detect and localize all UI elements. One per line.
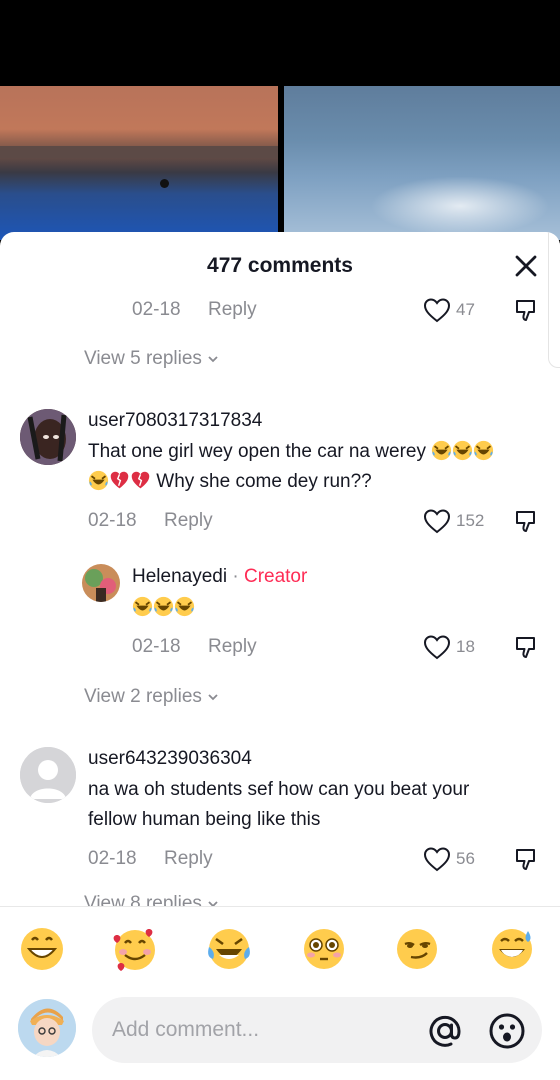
video-detail xyxy=(160,179,169,188)
comment-input[interactable] xyxy=(112,1011,412,1049)
comment-meta: 02-18 Reply xyxy=(132,295,257,325)
like-button[interactable]: 152 xyxy=(422,506,484,536)
chevron-down-icon xyxy=(208,356,218,363)
avatar-image xyxy=(82,564,120,602)
chevron-down-icon xyxy=(208,694,218,701)
chevron-down-icon xyxy=(208,901,218,906)
comment-text-line: Why she come dey run?? xyxy=(156,471,372,492)
like-button[interactable]: 47 xyxy=(422,295,475,325)
reply-button[interactable]: Reply xyxy=(164,848,213,870)
view-replies-button[interactable]: View 5 replies xyxy=(84,345,220,373)
comment-text: na wa oh students sef how can you beat y… xyxy=(88,775,528,835)
smirking-face-icon[interactable] xyxy=(393,925,441,973)
view-replies-button[interactable]: View 8 replies xyxy=(84,890,220,906)
reply-button[interactable]: Reply xyxy=(208,299,257,321)
view-replies-button[interactable]: View 2 replies xyxy=(84,683,220,711)
video-frame-left xyxy=(0,86,278,240)
comment-text-line: fellow human being like this xyxy=(88,809,321,830)
comment-composer xyxy=(0,906,560,1080)
creator-avatar[interactable] xyxy=(82,564,120,602)
reply-button[interactable]: Reply xyxy=(208,636,257,658)
heart-icon xyxy=(423,847,451,872)
close-icon[interactable] xyxy=(510,250,542,282)
comment-date: 02-18 xyxy=(88,510,137,531)
dislike-icon[interactable] xyxy=(512,845,540,873)
view-replies-label: View 5 replies xyxy=(84,348,202,369)
comment-date: 02-18 xyxy=(132,636,181,657)
emoji-picker-icon[interactable] xyxy=(488,1012,526,1050)
reply-text xyxy=(132,593,195,623)
heart-icon xyxy=(423,509,451,534)
comment-meta: 02-18 Reply xyxy=(88,844,213,874)
avatar[interactable] xyxy=(20,409,76,465)
current-user-avatar[interactable] xyxy=(18,999,76,1057)
flushed-face-icon[interactable] xyxy=(300,925,348,973)
comment-date: 02-18 xyxy=(132,299,181,320)
comment-text-line: na wa oh students sef how can you beat y… xyxy=(88,779,470,800)
dislike-icon[interactable] xyxy=(512,507,540,535)
like-button[interactable]: 56 xyxy=(422,844,475,874)
like-count: 56 xyxy=(456,849,475,868)
laughing-emoji-icon xyxy=(431,440,494,462)
separator-dot: · xyxy=(227,566,244,587)
dislike-icon[interactable] xyxy=(512,296,540,324)
view-replies-label: View 8 replies xyxy=(84,893,202,906)
dislike-icon[interactable] xyxy=(512,633,540,661)
quick-emoji-bar xyxy=(0,925,560,975)
comment-meta: 02-18 Reply xyxy=(88,506,213,536)
video-cloud xyxy=(370,176,550,236)
emoji-group-icon xyxy=(88,470,156,492)
comment-text: That one girl wey open the car na werey … xyxy=(88,437,528,497)
like-count: 47 xyxy=(456,300,475,319)
like-button[interactable]: 18 xyxy=(422,632,475,662)
video-rail xyxy=(0,146,278,158)
grinning-face-icon[interactable] xyxy=(18,925,66,973)
tears-of-joy-icon[interactable] xyxy=(205,925,253,973)
comments-count-title: 477 comments xyxy=(207,254,353,277)
smiling-face-with-hearts-icon[interactable] xyxy=(111,925,159,973)
comment-text-line: That one girl wey open the car na werey xyxy=(88,441,426,462)
person-icon xyxy=(20,747,76,803)
sheet-header: 477 comments xyxy=(0,232,560,298)
video-frame-right xyxy=(284,86,560,240)
creator-badge: Creator xyxy=(243,566,308,587)
creator-username[interactable]: Helenayedi xyxy=(132,566,227,587)
like-count: 18 xyxy=(456,637,475,656)
reply-meta: 02-18 Reply xyxy=(132,632,257,662)
avatar-image xyxy=(18,999,76,1057)
like-count: 152 xyxy=(456,511,485,530)
laughing-emoji-icon xyxy=(132,596,195,618)
avatar-image xyxy=(20,409,76,465)
grinning-sweat-icon[interactable] xyxy=(488,925,536,973)
heart-icon xyxy=(423,635,451,660)
comment-username[interactable]: user643239036304 xyxy=(88,748,252,770)
heart-icon xyxy=(423,298,451,323)
default-avatar-icon[interactable] xyxy=(20,747,76,803)
comment-input-wrapper xyxy=(92,997,542,1063)
view-replies-label: View 2 replies xyxy=(84,686,202,707)
video-player[interactable] xyxy=(0,0,560,240)
comment-username[interactable]: user7080317317834 xyxy=(88,410,262,432)
comments-sheet: 477 comments 02-18 Reply 47 View 5 repli… xyxy=(0,232,560,1080)
reply-button[interactable]: Reply xyxy=(164,510,213,532)
comments-list[interactable]: 02-18 Reply 47 View 5 replies user708031… xyxy=(0,292,560,906)
comment-date: 02-18 xyxy=(88,848,137,869)
reply-username: Helenayedi · Creator xyxy=(132,566,307,588)
mention-icon[interactable] xyxy=(427,1013,463,1049)
